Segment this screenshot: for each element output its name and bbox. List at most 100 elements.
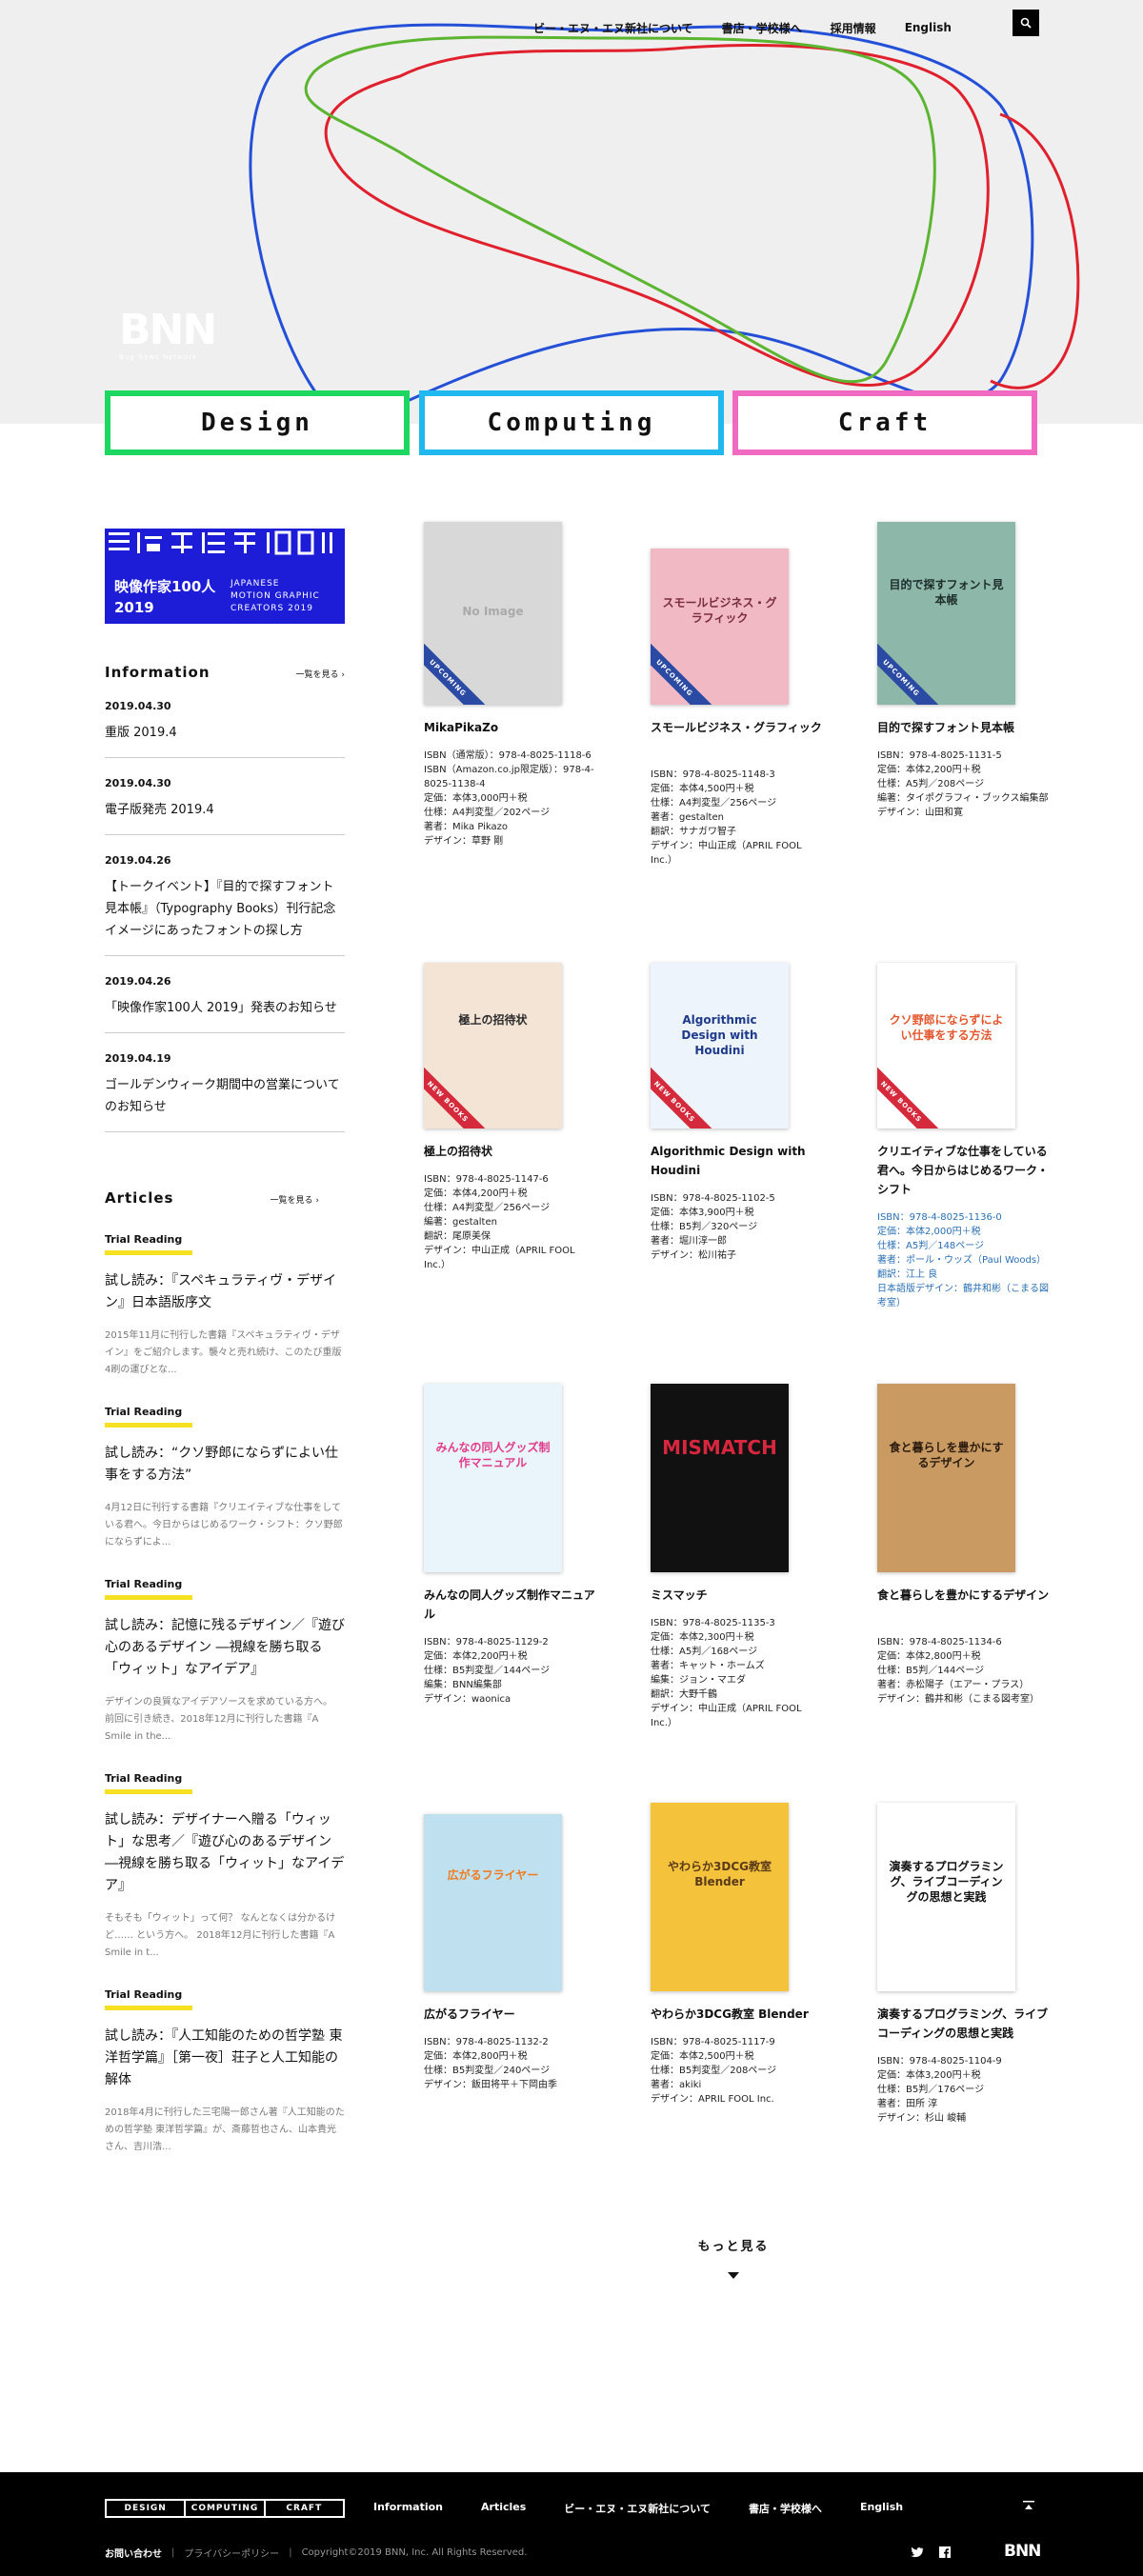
top-navigation: ビー・エヌ・エヌ新社について 書店・学校様へ 採用情報 English: [533, 10, 1039, 38]
book-title[interactable]: MikaPikaZo: [424, 718, 605, 737]
book-cover[interactable]: MISMATCH: [651, 1384, 789, 1572]
footer-logo[interactable]: BNN: [1004, 2542, 1041, 2561]
book-title[interactable]: 目的で探すフォント見本帳: [877, 718, 1058, 737]
book-cover[interactable]: スモールビジネス・グラフィック UPCOMING: [651, 549, 789, 705]
book-meta: ISBN：978-4-8025-1102-5 定価：本体3,900円＋税 仕様：B5…: [651, 1191, 822, 1263]
book-card[interactable]: No Image UPCOMING MikaPikaZo ISBN（通常版）：978-…: [424, 522, 614, 865]
footer-craft-link[interactable]: CRAFT: [266, 2501, 343, 2516]
book-meta-line: ISBN：978-4-8025-1136-0: [877, 1212, 1002, 1223]
nav-link-english[interactable]: English: [905, 21, 952, 34]
book-cover[interactable]: やわらか3DCG教室 Blender: [651, 1803, 789, 1991]
footer-link-about[interactable]: ビー・エヌ・エヌ新社について: [564, 2501, 711, 2516]
book-card[interactable]: 目的で探すフォント見本帳 UPCOMING 目的で探すフォント見本帳 ISBN：978…: [877, 522, 1068, 865]
book-cover[interactable]: みんなの同人グッズ制作マニュアル: [424, 1384, 562, 1572]
book-card[interactable]: 広がるフライヤー 広がるフライヤー ISBN：978-4-8025-1132-2 定価…: [424, 1803, 614, 2146]
book-meta-line: 仕様：A5判／168ページ: [651, 1647, 758, 1657]
book-meta-line: 定価：本体2,500円＋税: [651, 2051, 754, 2062]
book-card[interactable]: スモールビジネス・グラフィック UPCOMING スモールビジネス・グラフィック IS…: [651, 522, 841, 866]
book-cover[interactable]: No Image UPCOMING: [424, 522, 562, 705]
info-date: 2019.04.26: [105, 854, 171, 867]
book-cover-text: やわらか3DCG教室 Blender: [668, 1860, 772, 1889]
book-meta-line: 定価：本体2,800円＋税: [877, 1651, 981, 1662]
articles-header: Articles 一覧を見る ›: [105, 1189, 319, 1207]
information-item[interactable]: 2019.04.30 電子版発売 2019.4: [105, 758, 345, 835]
article-item[interactable]: Trial Reading 試し読み：『人工知能のための哲学塾 東洋哲学篇』［第一…: [105, 1988, 345, 2156]
category-design-button[interactable]: Design: [105, 390, 410, 455]
book-title[interactable]: クリエイティブな仕事をしている君へ。今日からはじめるワーク・シフト: [877, 1142, 1058, 1199]
book-title[interactable]: やわらか3DCG教室 Blender: [651, 2005, 832, 2024]
information-item[interactable]: 2019.04.30 重版 2019.4: [105, 681, 345, 758]
article-tag: Trial Reading: [105, 1988, 345, 2010]
facebook-icon[interactable]: [939, 2546, 951, 2558]
information-header: Information 一覧を見る ›: [105, 664, 345, 681]
footer-link-information[interactable]: Information: [373, 2501, 443, 2516]
footer-link-english[interactable]: English: [860, 2501, 903, 2516]
book-card[interactable]: 演奏するプログラミング、ライブコーディングの思想と実践演奏するプログラミング、ラ…: [877, 1803, 1068, 2146]
book-title[interactable]: 食と暮らしを豊かにするデザイン: [877, 1586, 1058, 1605]
article-item[interactable]: Trial Reading 試し読み：記憶に残るデザイン／『遊び心のあるデザイン …: [105, 1578, 345, 1746]
book-meta: ISBN：978-4-8025-1147-6 定価：本体4,200円＋税 仕様：A4…: [424, 1172, 595, 1272]
book-meta-line: ISBN：978-4-8025-1135-3: [651, 1618, 775, 1628]
site-logo[interactable]: BNN Bug News Network: [119, 310, 224, 362]
information-item[interactable]: 2019.04.26 【トークイベント】『目的で探すフォント見本帳』（Typogr…: [105, 835, 345, 956]
book-card[interactable]: MISMATCH ミスマッチ ISBN：978-4-8025-1135-3 定価：本体…: [651, 1384, 841, 1728]
privacy-link[interactable]: プライバシーポリシー: [184, 2546, 279, 2560]
category-craft-button[interactable]: Craft: [732, 390, 1037, 455]
info-title: 【トークイベント】『目的で探すフォント見本帳』（Typography Books…: [105, 880, 336, 938]
twitter-icon[interactable]: [911, 2546, 924, 2558]
book-title[interactable]: 演奏するプログラミング、ライブコーディングの思想と実践: [877, 2005, 1058, 2043]
book-title[interactable]: Algorithmic Design with Houdini: [651, 1142, 832, 1180]
footer-link-stores[interactable]: 書店・学校様へ: [749, 2501, 822, 2516]
copyright-text: Copyright©2019 BNN, Inc. All Rights Rese…: [301, 2547, 528, 2558]
book-meta-line: デザイン：飯田将平＋下岡由季: [424, 2080, 557, 2090]
book-cover[interactable]: クソ野郎にならずによい仕事をする方法 NEW BOOKS: [877, 963, 1015, 1128]
contact-link[interactable]: お問い合わせ: [105, 2546, 162, 2560]
footer-link-articles[interactable]: Articles: [481, 2501, 526, 2516]
article-item[interactable]: Trial Reading 試し読み：“クソ野郎にならずによい仕事をする方法” 4月…: [105, 1406, 345, 1551]
book-cover[interactable]: 食と暮らしを豊かにするデザイン: [877, 1384, 1015, 1572]
book-meta-line: 定価：本体3,900円＋税: [651, 1208, 754, 1218]
nav-link-about[interactable]: ビー・エヌ・エヌ新社について: [533, 20, 693, 36]
search-button[interactable]: [1013, 10, 1039, 36]
information-more-link[interactable]: 一覧を見る ›: [296, 668, 345, 680]
back-to-top-icon[interactable]: [1023, 2501, 1034, 2510]
book-meta-line: デザイン：中山正成（APRIL FOOL Inc.）: [651, 841, 802, 866]
book-card[interactable]: やわらか3DCG教室 Blender やわらか3DCG教室 Blender ISBN…: [651, 1803, 841, 2146]
book-card[interactable]: みんなの同人グッズ制作マニュアル みんなの同人グッズ制作マニュアル ISBN：978…: [424, 1384, 614, 1727]
book-cover[interactable]: Algorithmic Design with Houdini NEW BOOKS: [651, 963, 789, 1128]
article-tag: Trial Reading: [105, 1578, 345, 1600]
book-meta-line: 著者：キャット・ホームズ: [651, 1661, 765, 1671]
book-cover[interactable]: 目的で探すフォント見本帳 UPCOMING: [877, 522, 1015, 705]
book-title[interactable]: みんなの同人グッズ制作マニュアル: [424, 1586, 605, 1624]
book-card[interactable]: クソ野郎にならずによい仕事をする方法 NEW BOOKS クリエイティブな仕事をして…: [877, 936, 1068, 1308]
book-title[interactable]: スモールビジネス・グラフィック: [651, 718, 832, 737]
category-computing-button[interactable]: Computing: [419, 390, 724, 455]
book-card[interactable]: Algorithmic Design with Houdini NEW BOOKS…: [651, 936, 841, 1279]
book-meta-line: 仕様：A5判／148ページ: [877, 1241, 985, 1251]
book-meta: ISBN：978-4-8025-1134-6 定価：本体2,800円＋税 仕様：B5…: [877, 1635, 1049, 1707]
book-title[interactable]: ミスマッチ: [651, 1586, 832, 1605]
banner-pixel-title: [109, 530, 332, 555]
footer-design-link[interactable]: DESIGN: [107, 2501, 187, 2516]
book-meta-line: デザイン：waonica: [424, 1694, 511, 1705]
book-card[interactable]: 食と暮らしを豊かにするデザイン 食と暮らしを豊かにするデザイン ISBN：978-4…: [877, 1384, 1068, 1727]
book-title[interactable]: 広がるフライヤー: [424, 2005, 605, 2024]
book-cover[interactable]: 演奏するプログラミング、ライブコーディングの思想と実践: [877, 1803, 1015, 1991]
book-title[interactable]: 極上の招待状: [424, 1142, 605, 1161]
information-item[interactable]: 2019.04.19 ゴールデンウィーク期間中の営業についてのお知らせ: [105, 1033, 345, 1132]
article-item[interactable]: Trial Reading 試し読み：デザイナーへ贈る「ウィット」な思考／『遊び心…: [105, 1772, 345, 1962]
motion-creators-banner[interactable]: 映像作家100人 2019 JAPANESE MOTION GRAPHIC CREAT…: [105, 529, 345, 624]
nav-link-stores[interactable]: 書店・学校様へ: [722, 20, 802, 36]
book-meta-line: 日本語版デザイン：鶴井和彬（こまる図考室）: [877, 1284, 1049, 1308]
nav-link-recruit[interactable]: 採用情報: [831, 20, 876, 36]
book-cover[interactable]: 極上の招待状 NEW BOOKS: [424, 963, 562, 1128]
footer-computing-link[interactable]: COMPUTING: [186, 2501, 266, 2516]
articles-more-link[interactable]: 一覧を見る ›: [271, 1193, 319, 1206]
article-item[interactable]: Trial Reading 試し読み：『スペキュラティヴ・デザイン』日本語版序文 2…: [105, 1233, 345, 1379]
more-button[interactable]: もっと見る: [695, 2236, 772, 2285]
book-meta-line: 仕様：A4判変型／256ページ: [651, 798, 777, 809]
book-cover[interactable]: 広がるフライヤー: [424, 1814, 562, 1991]
information-item[interactable]: 2019.04.26 「映像作家100人 2019」発表のお知らせ: [105, 956, 345, 1033]
book-meta-line: 定価：本体2,300円＋税: [651, 1632, 754, 1643]
book-card[interactable]: 極上の招待状 NEW BOOKS 極上の招待状 ISBN：978-4-8025-114…: [424, 936, 614, 1279]
